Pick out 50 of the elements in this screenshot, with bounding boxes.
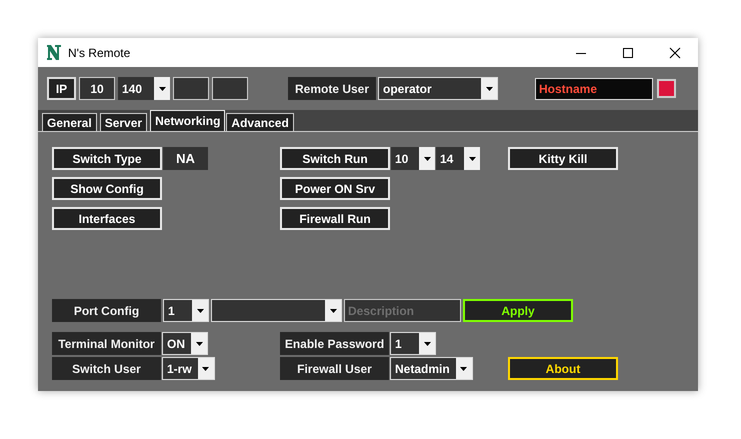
action-button[interactable]: Switch Run <box>280 147 390 170</box>
dropdown[interactable]: 1 <box>163 299 209 322</box>
action-button[interactable]: Kitty Kill <box>508 147 618 170</box>
hostname-field[interactable]: Hostname <box>535 78 653 100</box>
remote-user-label: Remote User <box>288 77 376 100</box>
remote-user-dropdown[interactable]: operator <box>378 77 498 100</box>
tab[interactable]: Networking <box>150 110 226 131</box>
dropdown[interactable]: Netadmin <box>390 357 473 380</box>
dropdown[interactable]: 10 <box>391 147 435 170</box>
ip-field[interactable]: 10 <box>79 77 115 100</box>
caret-icon <box>330 308 336 312</box>
dropdown[interactable]: 1-rw <box>162 357 215 380</box>
ip-field[interactable] <box>212 77 248 100</box>
caret-icon <box>196 342 202 346</box>
ip-dropdown[interactable]: 140 <box>118 77 170 100</box>
caret-icon <box>158 86 166 90</box>
action-button[interactable]: Firewall Run <box>280 207 390 230</box>
ip-label: IP <box>47 77 76 100</box>
close-icon[interactable] <box>669 46 681 58</box>
tab[interactable]: Advanced <box>226 113 294 131</box>
window-title: N's Remote <box>68 46 130 60</box>
field-label: Port Config <box>52 299 161 322</box>
tab[interactable]: Server <box>100 113 148 131</box>
action-button[interactable]: About <box>508 357 618 380</box>
tab[interactable]: General <box>42 113 97 131</box>
maximize-icon[interactable] <box>622 46 634 58</box>
dropdown[interactable]: 14 <box>436 147 480 170</box>
caret-icon <box>424 156 430 160</box>
description-field[interactable]: Description <box>344 299 461 322</box>
action-button[interactable]: Switch Type <box>52 147 162 170</box>
caret-icon <box>424 342 430 346</box>
ip-field[interactable] <box>173 77 209 100</box>
caret-icon <box>202 366 210 370</box>
action-button[interactable]: Show Config <box>52 177 162 200</box>
value-display: NA <box>163 147 208 170</box>
field-label: Terminal Monitor <box>52 332 161 355</box>
field-label: Firewall User <box>280 357 389 380</box>
caret-icon <box>460 366 468 370</box>
logo-icon <box>47 45 61 60</box>
apply-button[interactable]: Apply <box>463 299 573 322</box>
field-label: Switch User <box>52 357 161 380</box>
action-button[interactable]: Power ON Srv <box>280 177 390 200</box>
dropdown[interactable]: ON <box>162 332 208 355</box>
caret-icon <box>468 156 476 160</box>
field-label: Enable Password <box>280 332 389 355</box>
dropdown[interactable]: 1 <box>390 332 436 355</box>
caret-icon <box>196 308 204 312</box>
caret-icon <box>486 86 492 90</box>
action-button[interactable]: Interfaces <box>52 207 162 230</box>
dropdown[interactable] <box>211 299 342 322</box>
